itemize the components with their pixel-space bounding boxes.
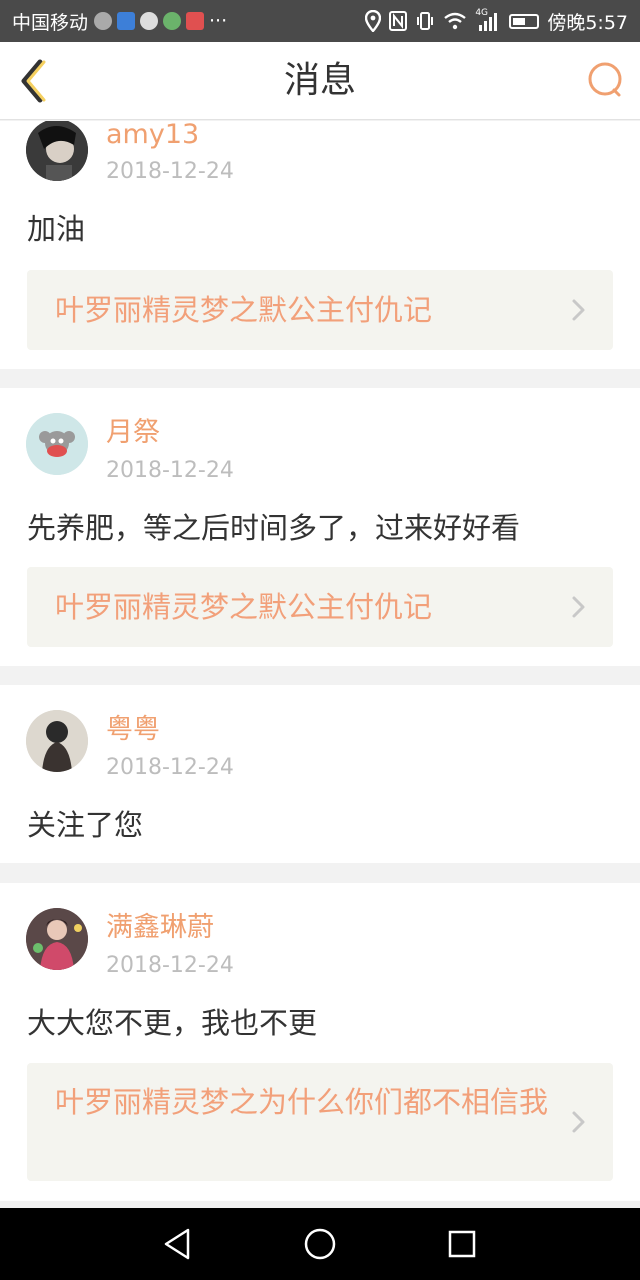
username[interactable]: 粤粤 [106, 714, 160, 746]
message-date: 2018-12-24 [106, 159, 234, 184]
wifi-icon [444, 12, 467, 30]
message-date: 2018-12-24 [106, 755, 234, 780]
message-content: 关注了您 [27, 808, 144, 842]
avatar[interactable] [26, 413, 88, 475]
work-link[interactable]: 叶罗丽精灵梦之默公主付仇记 [27, 270, 613, 350]
avatar[interactable] [26, 710, 88, 772]
message-card: amy13 2018-12-24 加油 叶罗丽精灵梦之默公主付仇记 [0, 121, 640, 369]
work-link-title: 叶罗丽精灵梦之默公主付仇记 [55, 590, 433, 624]
username[interactable]: 月祭 [106, 417, 160, 449]
system-back-button[interactable] [158, 1224, 198, 1264]
location-icon [365, 10, 382, 32]
square-recents-icon [448, 1230, 476, 1258]
clock: 傍晚5:57 [547, 11, 628, 34]
message-list[interactable]: amy13 2018-12-24 加油 叶罗丽精灵梦之默公主付仇记 月祭 201… [0, 121, 640, 1208]
avatar[interactable] [26, 908, 88, 970]
work-link[interactable]: 叶罗丽精灵梦之默公主付仇记 [27, 567, 613, 647]
triangle-back-icon [164, 1228, 190, 1260]
chat-app-icon [140, 12, 159, 30]
circle-home-icon [304, 1228, 336, 1260]
chevron-right-icon [572, 1111, 585, 1133]
work-link[interactable]: 叶罗丽精灵梦之为什么你们都不相信我 [27, 1063, 613, 1181]
system-nav-bar [0, 1208, 640, 1280]
carrier-label: 中国移动 [12, 11, 89, 34]
battery-icon [509, 13, 540, 29]
chevron-right-icon [572, 596, 585, 618]
status-bar: 中国移动 ··· 4G 傍晚5:57 [0, 0, 640, 42]
message-date: 2018-12-24 [106, 953, 234, 978]
header-bar: 消息 [0, 42, 640, 120]
message-content: 先养肥，等之后时间多了，过来好好看 [27, 511, 521, 545]
network-type-label: 4G [475, 8, 489, 18]
avatar[interactable] [26, 121, 88, 181]
browser-app-icon [163, 12, 182, 30]
work-link-title: 叶罗丽精灵梦之为什么你们都不相信我 [55, 1085, 549, 1119]
search-icon [588, 62, 622, 97]
username[interactable]: 满鑫琳蔚 [106, 912, 214, 944]
search-button[interactable] [586, 60, 626, 100]
notification-icons: ··· [94, 10, 227, 32]
message-card: 粤粤 2018-12-24 关注了您 [0, 685, 640, 863]
system-recents-button[interactable] [442, 1224, 482, 1264]
voice-app-icon [94, 12, 113, 30]
cellular-signal-icon: 4G [475, 8, 501, 32]
shield-app-icon [117, 12, 136, 30]
message-date: 2018-12-24 [106, 458, 234, 483]
chevron-right-icon [572, 299, 585, 321]
username[interactable]: amy13 [106, 121, 199, 151]
page-title: 消息 [283, 60, 356, 101]
work-link-title: 叶罗丽精灵梦之默公主付仇记 [55, 293, 433, 327]
nfc-icon [389, 11, 408, 31]
message-content: 大大您不更，我也不更 [27, 1006, 318, 1040]
more-notifications-icon: ··· [209, 10, 228, 32]
book-app-icon [186, 12, 205, 30]
vibrate-icon [417, 12, 434, 30]
system-home-button[interactable] [300, 1224, 340, 1264]
message-content: 加油 [27, 212, 86, 246]
message-card: 满鑫琳蔚 2018-12-24 大大您不更，我也不更 叶罗丽精灵梦之为什么你们都… [0, 883, 640, 1201]
message-card: 月祭 2018-12-24 先养肥，等之后时间多了，过来好好看 叶罗丽精灵梦之默… [0, 388, 640, 666]
